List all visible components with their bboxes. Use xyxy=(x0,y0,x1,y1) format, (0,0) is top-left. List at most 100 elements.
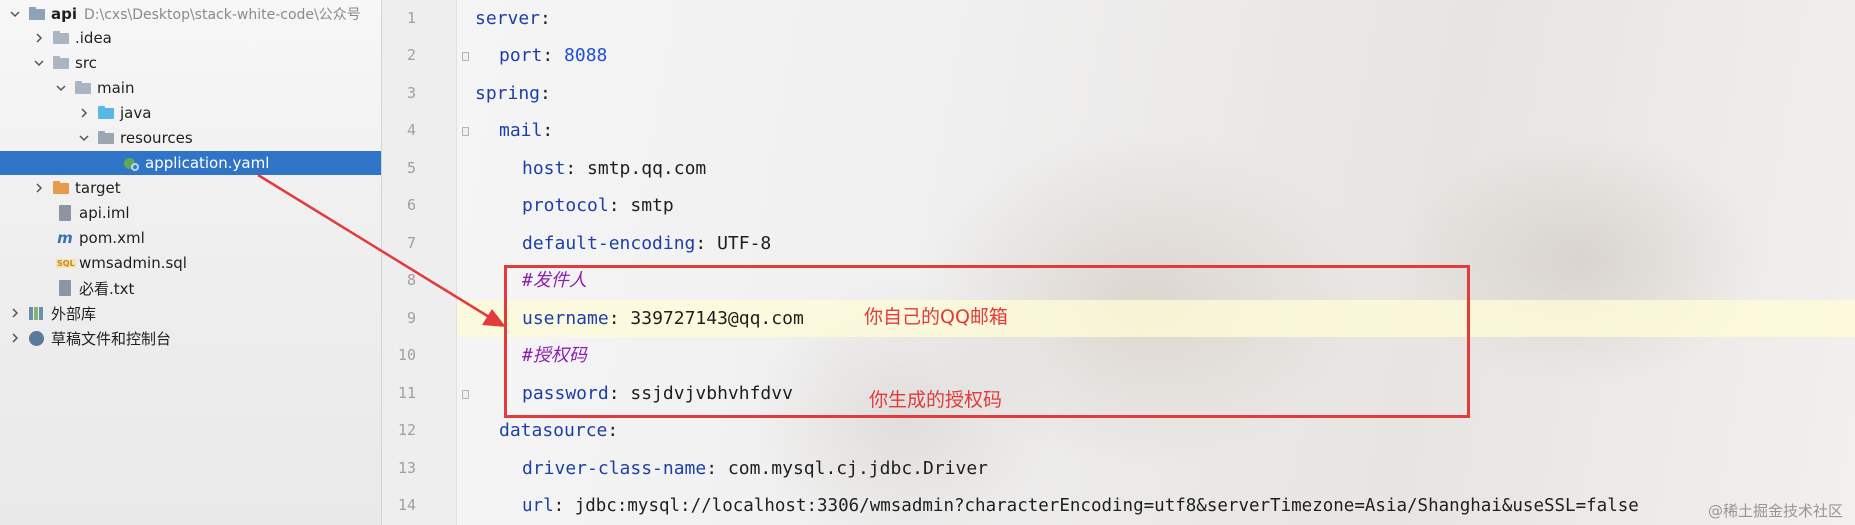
folder-icon xyxy=(74,80,92,96)
line-number-gutter xyxy=(382,0,457,525)
yaml-key: default-encoding xyxy=(522,233,696,254)
tree-item-label: api.iml xyxy=(79,204,130,222)
yaml-key: driver-class-name xyxy=(522,458,707,479)
yaml-key: url xyxy=(522,496,554,516)
sql-file-icon xyxy=(56,255,76,271)
code-line[interactable]: default-encoding: UTF-8 xyxy=(522,232,771,256)
tree-item-external-libraries[interactable]: 外部库 xyxy=(0,301,381,325)
tree-item-scratches[interactable]: 草稿文件和控制台 xyxy=(0,326,381,350)
tree-item-src[interactable]: src xyxy=(0,51,381,75)
folder-icon xyxy=(52,30,70,46)
line-number: 9 xyxy=(406,309,416,327)
tree-item-api[interactable]: api D:\cxs\Desktop\stack-white-code\公众号 xyxy=(0,2,381,26)
yaml-key: protocol xyxy=(522,195,609,216)
yaml-key: host xyxy=(522,158,566,179)
fold-marker-icon[interactable] xyxy=(462,52,469,61)
line-number: 2 xyxy=(406,46,416,64)
chevron-right-icon[interactable] xyxy=(8,331,22,345)
yaml-separator: : xyxy=(706,458,728,479)
iml-file-icon xyxy=(56,205,74,221)
source-folder-icon xyxy=(97,105,115,121)
yaml-file-icon xyxy=(122,155,140,171)
chevron-right-icon[interactable] xyxy=(32,31,46,45)
fold-marker-icon[interactable] xyxy=(462,127,469,136)
line-number: 8 xyxy=(406,271,416,289)
yaml-separator: : xyxy=(607,420,619,441)
code-editor[interactable]: 1 2 3 4 5 6 7 8 9 10 11 12 13 14 server:… xyxy=(382,0,1855,525)
chevron-right-icon[interactable] xyxy=(8,306,22,320)
yaml-key: mail xyxy=(499,120,543,141)
yaml-separator: : xyxy=(565,158,588,179)
chevron-down-icon[interactable] xyxy=(77,131,91,145)
tree-item-label: resources xyxy=(120,129,193,147)
library-icon xyxy=(28,305,46,321)
code-line[interactable]: mail: xyxy=(499,119,553,143)
line-number: 3 xyxy=(406,84,416,102)
chevron-down-icon[interactable] xyxy=(54,81,68,95)
chevron-down-icon[interactable] xyxy=(32,56,46,70)
yaml-key: datasource xyxy=(499,420,608,441)
yaml-key: server xyxy=(475,8,541,29)
tree-item-label: application.yaml xyxy=(145,154,270,172)
tree-item-label: 外部库 xyxy=(51,304,97,323)
excluded-folder-icon xyxy=(52,180,70,196)
line-number: 4 xyxy=(406,121,416,139)
tree-item-resources[interactable]: resources xyxy=(0,126,381,150)
code-line[interactable]: host: smtp.qq.com xyxy=(522,157,706,181)
yaml-separator: : xyxy=(608,195,631,216)
fold-marker-icon[interactable] xyxy=(462,390,469,399)
project-tree-panel: api D:\cxs\Desktop\stack-white-code\公众号 … xyxy=(0,0,382,525)
yaml-value: 8088 xyxy=(564,45,608,66)
chevron-right-icon[interactable] xyxy=(77,106,91,120)
tree-item-wmsadmin-sql[interactable]: wmsadmin.sql xyxy=(0,251,381,275)
tree-item-label: .idea xyxy=(75,29,112,47)
tree-item-readme-txt[interactable]: 必看.txt xyxy=(0,276,381,300)
line-number: 14 xyxy=(397,496,416,514)
yaml-separator: : xyxy=(540,8,551,29)
tree-item-application-yaml[interactable]: application.yaml xyxy=(0,151,381,175)
code-line[interactable]: protocol: smtp xyxy=(522,194,674,218)
tree-item-label: pom.xml xyxy=(79,229,145,247)
tree-item-label: api xyxy=(51,5,78,23)
tree-item-java[interactable]: java xyxy=(0,101,381,125)
resources-folder-icon xyxy=(97,130,115,146)
yaml-value: jdbc:mysql://localhost:3306/wmsadmin?cha… xyxy=(574,496,1639,516)
watermark: @稀土掘金技术社区 xyxy=(1707,502,1843,520)
yaml-separator: : xyxy=(553,496,575,516)
scratch-icon xyxy=(28,330,46,346)
yaml-separator: : xyxy=(542,45,565,66)
chevron-right-icon[interactable] xyxy=(32,181,46,195)
chevron-down-icon[interactable] xyxy=(8,7,22,21)
line-number: 6 xyxy=(406,196,416,214)
tree-item-main[interactable]: main xyxy=(0,76,381,100)
line-number: 12 xyxy=(397,421,416,439)
code-line[interactable]: spring: xyxy=(475,82,551,106)
yaml-separator: : xyxy=(542,120,554,141)
tree-item-idea[interactable]: .idea xyxy=(0,26,381,50)
annotation-highlight-box xyxy=(504,265,1470,418)
tree-item-label: main xyxy=(97,79,135,97)
yaml-value: UTF-8 xyxy=(717,233,772,254)
line-number: 7 xyxy=(406,234,416,252)
tree-item-target[interactable]: target xyxy=(0,176,381,200)
tree-item-api-iml[interactable]: api.iml xyxy=(0,201,381,225)
tree-item-pom-xml[interactable]: m pom.xml xyxy=(0,226,381,250)
code-line[interactable]: datasource: xyxy=(499,419,618,443)
module-icon xyxy=(28,6,46,22)
yaml-separator: : xyxy=(540,83,551,104)
code-line[interactable]: server: xyxy=(475,7,551,31)
tree-item-label: wmsadmin.sql xyxy=(79,254,187,272)
line-number: 13 xyxy=(397,459,416,477)
fold-gutter xyxy=(456,0,480,525)
maven-icon: m xyxy=(57,229,73,247)
editor-background-image xyxy=(382,0,1855,525)
yaml-key: port xyxy=(499,45,543,66)
yaml-value: smtp xyxy=(630,195,674,216)
line-number: 1 xyxy=(406,9,416,27)
line-number: 5 xyxy=(406,159,416,177)
code-line[interactable]: url: jdbc:mysql://localhost:3306/wmsadmi… xyxy=(522,494,1639,518)
line-number: 11 xyxy=(397,384,416,402)
code-line[interactable]: port: 8088 xyxy=(499,44,607,68)
tree-item-label: 草稿文件和控制台 xyxy=(51,329,172,348)
code-line[interactable]: driver-class-name: com.mysql.cj.jdbc.Dri… xyxy=(522,457,988,481)
